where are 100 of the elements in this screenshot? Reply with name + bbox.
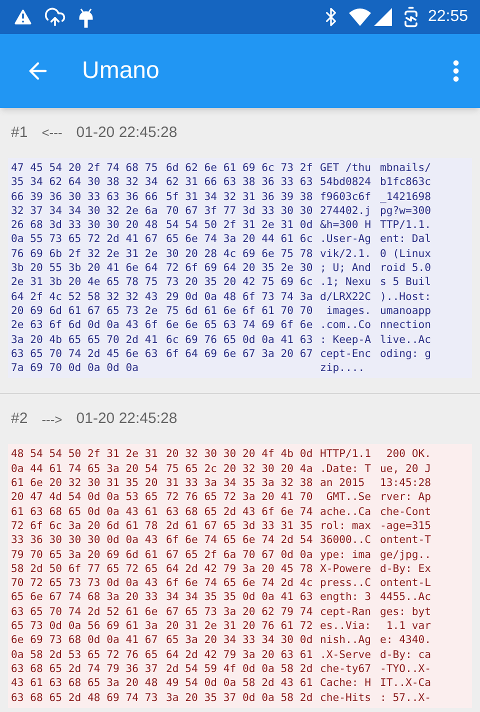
hex-bytes: 65 6e 74 3a 20 44 61 6c [166, 233, 313, 246]
hex-bytes: 67 65 2f 6a 70 67 0d 0a [166, 548, 313, 561]
ascii-text: : Keep-A [320, 334, 372, 346]
hex-bytes: 58 2d 50 6f 77 65 72 65 [11, 562, 158, 575]
hex-bytes: 75 65 2c 20 32 30 20 4a [166, 462, 313, 475]
ascii-text: 54bd0824 [320, 176, 372, 188]
ascii-text: d/LRX22C [320, 290, 372, 303]
ascii-text: es..Via: [320, 620, 372, 632]
ascii-text: roid 5.0 [380, 262, 432, 274]
hex-bytes: 67 65 73 3a 20 62 79 74 [166, 606, 313, 618]
hex-bytes: 2d 54 59 4f 0d 0a 58 2d [166, 662, 313, 675]
signal-icon [374, 8, 392, 26]
hex-bytes: 6c 69 76 65 0d 0a 41 63 [166, 334, 313, 346]
hex-bytes: 63 68 65 2d 74 79 36 37 [11, 662, 158, 675]
packet-number: #1 [11, 122, 28, 143]
hex-bytes: 7a 69 70 0d 0a 0d 0a [11, 362, 139, 374]
ascii-text: ge/jpg.. [380, 548, 432, 561]
ascii-text: ; U; And [320, 262, 372, 274]
hex-bytes: 54 54 50 2f 31 2e 31 0d [166, 219, 313, 232]
hex-bytes: 62 31 66 63 38 36 33 63 [166, 176, 313, 188]
hex-bytes: 49 54 0d 0a 58 2d 43 61 [166, 677, 313, 690]
ascii-text: ontent-L [380, 577, 432, 590]
hex-bytes: 63 65 70 74 2d 45 6e 63 [11, 348, 158, 360]
hex-bytes: 61 6e 20 32 30 31 35 20 [11, 477, 158, 490]
hex-bytes: 72 6f 69 64 20 35 2e 30 [166, 262, 313, 274]
ascii-text: s 5 Buil [380, 276, 432, 288]
hex-bytes: 79 70 65 3a 20 69 6d 61 [11, 548, 158, 561]
ascii-text: nnection [380, 319, 432, 332]
ascii-text: HTTP/1.1 [320, 448, 372, 460]
hex-bytes: 63 68 65 2d 43 6f 6e 74 [166, 506, 313, 518]
hex-bytes: 48 54 54 50 2f 31 2e 31 [11, 448, 158, 460]
ascii-text: _1421698 [380, 190, 432, 203]
ascii-text: che-Hits [320, 692, 372, 704]
hex-bytes: 20 32 30 30 20 4f 4b 0d [166, 448, 313, 460]
direction-arrow: ---> [42, 410, 62, 429]
hex-bytes: 64 2d 42 79 3a 20 63 61 [166, 648, 313, 661]
hex-bytes: 64 2d 42 79 3a 20 45 78 [166, 562, 313, 575]
ascii-text: che-Cont [380, 506, 432, 518]
ascii-text: rol: max [320, 520, 372, 532]
ascii-text: ges: byt [380, 606, 432, 618]
hex-bytes: 20 31 2e 31 20 76 61 72 [166, 620, 313, 632]
ascii-text: .User-Ag [320, 233, 372, 246]
ascii-text: 4455..Ac [380, 591, 432, 604]
ascii-text: -age=315 [380, 520, 432, 532]
hex-bytes: 70 67 3f 77 3d 33 30 30 [166, 204, 313, 217]
hex-bytes: 61 63 68 65 0d 0a 43 61 [11, 506, 158, 518]
ascii-text: .1; Nexu [320, 276, 372, 288]
ascii-text: 13:45:28 [380, 477, 432, 490]
ascii-text: images. [325, 304, 372, 317]
hex-bytes: 65 73 0d 0a 56 69 61 3a [11, 620, 158, 632]
ascii-text: IT..X-Ca [380, 677, 432, 690]
ascii-text: Cache: H [320, 677, 372, 690]
hex-bytes: 43 61 63 68 65 3a 20 48 [11, 677, 158, 690]
hex-bytes: 75 6d 61 6e 6f 61 70 70 [166, 304, 313, 317]
ascii-text: 274402.j [320, 204, 372, 217]
hex-bytes: 76 69 6b 2f 32 2e 31 2e [11, 248, 158, 260]
ascii-text: zip.... [320, 362, 365, 374]
ascii-text: 36000..C [320, 534, 372, 546]
ascii-text: : 57..X- [380, 692, 432, 704]
hex-bytes: 0a 58 2d 53 65 72 76 65 [11, 648, 158, 661]
hex-bytes: 30 20 28 4c 69 6e 75 78 [166, 248, 313, 260]
hex-bytes: 32 37 34 34 30 32 2e 6a [11, 204, 158, 217]
hex-bytes: 31 33 3a 34 35 3a 32 38 [166, 477, 313, 490]
status-time: 22:55 [428, 7, 468, 27]
ascii-text: oding: g [380, 348, 432, 360]
ascii-text: ache..Ca [320, 506, 372, 518]
ascii-text: .X-Serve [320, 648, 372, 661]
ascii-text: ength: 3 [320, 591, 372, 604]
ascii-text: .com..Co [320, 319, 372, 332]
ascii-text: b1fc863c [380, 176, 432, 188]
ascii-text: ent: Dal [380, 233, 432, 246]
ascii-text: e: 4340. [380, 634, 432, 646]
hex-bytes: 33 36 30 30 30 0d 0a 43 [11, 534, 158, 546]
hex-bytes: 35 34 62 64 30 38 32 34 [11, 176, 158, 188]
ascii-text: 0 (Linux [380, 248, 432, 260]
ascii-text: GMT..Se [325, 491, 372, 504]
ascii-text: live..Ac [380, 334, 432, 346]
hex-bytes: 3a 20 35 37 0d 0a 58 2d [166, 692, 313, 704]
hex-bytes: 72 6f 6c 3a 20 6d 61 78 [11, 520, 158, 532]
packet-time: 01-20 22:45:28 [76, 409, 178, 430]
ascii-text: ue, 20 J [380, 462, 432, 475]
hex-bytes: 34 34 35 35 0d 0a 41 63 [166, 591, 313, 604]
hex-bytes: 63 68 65 2d 48 69 74 73 [11, 692, 158, 704]
ascii-text: -TYO..X- [380, 662, 432, 675]
ascii-text: .Date: T [320, 462, 372, 475]
ascii-text: an 2015 [320, 477, 366, 490]
hex-bytes: 63 65 70 74 2d 52 61 6e [11, 606, 158, 618]
direction-arrow: <--- [42, 124, 62, 142]
ascii-text: ype: ima [320, 548, 372, 561]
hex-bytes: 65 6e 67 74 68 3a 20 33 [11, 591, 158, 604]
ascii-text: 1.1 var [385, 620, 432, 632]
hex-bytes: 5f 31 34 32 31 36 39 38 [166, 190, 313, 203]
ascii-text: pg?w=300 [380, 204, 432, 217]
hex-bytes: 47 45 54 20 2f 74 68 75 [11, 162, 158, 174]
ascii-text: 200 OK. [385, 448, 432, 460]
hex-bytes: 6f 64 69 6e 67 3a 20 67 [166, 348, 313, 360]
hex-bytes: 6f 6e 74 65 6e 74 2d 4c [166, 577, 313, 590]
ascii-text: mbnails/ [380, 162, 432, 174]
hex-bytes: 20 47 4d 54 0d 0a 53 65 [11, 491, 158, 504]
ascii-text: f9603c6f [320, 190, 372, 203]
